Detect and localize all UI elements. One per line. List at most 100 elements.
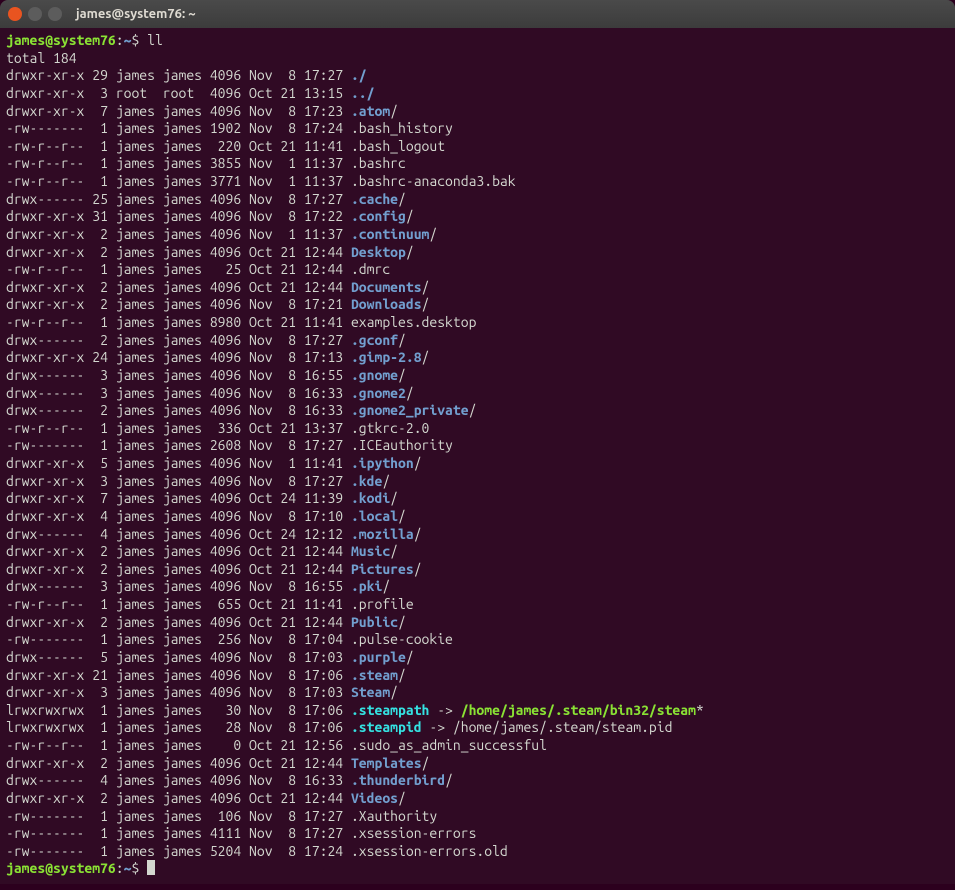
file-name: .bash_history — [351, 120, 453, 136]
list-item: drwx------ 2 james james 4096 Nov 8 16:3… — [6, 402, 949, 420]
prompt-symbol: $ — [131, 32, 147, 48]
file-name: .pki — [351, 578, 382, 594]
list-item: drwxr-xr-x 24 james james 4096 Nov 8 17:… — [6, 349, 949, 367]
file-name: .bashrc — [351, 155, 406, 171]
list-item: drwxr-xr-x 2 james james 4096 Oct 21 12:… — [6, 614, 949, 632]
file-name: .gtkrc-2.0 — [351, 420, 429, 436]
file-name: .steampid — [351, 719, 422, 735]
file-name: .xsession-errors — [351, 825, 476, 841]
list-item: drwxr-xr-x 3 james james 4096 Nov 8 17:0… — [6, 684, 949, 702]
terminal-window: james@system76: ~ james@system76:~$ ll to… — [0, 0, 955, 890]
list-item: drwx------ 4 james james 4096 Nov 8 16:3… — [6, 772, 949, 790]
list-item: drwx------ 2 james james 4096 Nov 8 17:2… — [6, 332, 949, 350]
list-item: drwxr-xr-x 2 james james 4096 Oct 21 12:… — [6, 755, 949, 773]
list-item: -rw------- 1 james james 4111 Nov 8 17:2… — [6, 825, 949, 843]
list-item: drwx------ 3 james james 4096 Nov 8 16:5… — [6, 578, 949, 596]
file-name: .xsession-errors.old — [351, 843, 508, 859]
prompt-user: james@system76 — [6, 860, 116, 876]
cursor[interactable] — [147, 860, 155, 875]
list-item: drwxr-xr-x 3 root root 4096 Oct 21 13:15… — [6, 85, 949, 103]
list-item: drwxr-xr-x 2 james james 4096 Nov 1 11:3… — [6, 226, 949, 244]
file-name: .steam — [351, 667, 398, 683]
file-name: .local — [351, 508, 398, 524]
minimize-icon[interactable] — [28, 7, 42, 21]
list-item: -rw-r--r-- 1 james james 220 Oct 21 11:4… — [6, 138, 949, 156]
list-item: drwxr-xr-x 2 james james 4096 Oct 21 12:… — [6, 790, 949, 808]
file-name: Music — [351, 543, 390, 559]
file-name: .gimp-2.8 — [351, 349, 422, 365]
list-item: -rw-r--r-- 1 james james 0 Oct 21 12:56 … — [6, 737, 949, 755]
file-name: .kodi — [351, 490, 390, 506]
list-item: -rw------- 1 james james 2608 Nov 8 17:2… — [6, 437, 949, 455]
list-item: drwxr-xr-x 21 james james 4096 Nov 8 17:… — [6, 667, 949, 685]
window-title: james@system76: ~ — [76, 7, 196, 21]
list-item: drwx------ 5 james james 4096 Nov 8 17:0… — [6, 649, 949, 667]
list-item: drwx------ 4 james james 4096 Oct 24 12:… — [6, 526, 949, 544]
file-name: .ICEauthority — [351, 437, 453, 453]
file-name: Videos — [351, 790, 398, 806]
file-name: .Xauthority — [351, 808, 437, 824]
file-name: .gconf — [351, 332, 398, 348]
list-item: drwxr-xr-x 3 james james 4096 Nov 8 17:2… — [6, 473, 949, 491]
file-name: Documents — [351, 279, 422, 295]
link-target: /home/james/.steam/bin32/steam — [461, 702, 696, 718]
file-name: Templates — [351, 755, 422, 771]
list-item: -rw------- 1 james james 106 Nov 8 17:27… — [6, 808, 949, 826]
list-item: -rw-r--r-- 1 james james 336 Oct 21 13:3… — [6, 420, 949, 438]
list-item: -rw-r--r-- 1 james james 3855 Nov 1 11:3… — [6, 155, 949, 173]
list-item: drwxr-xr-x 2 james james 4096 Oct 21 12:… — [6, 244, 949, 262]
prompt: james@system76:~$ — [6, 860, 147, 876]
list-item: drwxr-xr-x 2 james james 4096 Oct 21 12:… — [6, 561, 949, 579]
list-item: -rw-r--r-- 1 james james 3771 Nov 1 11:3… — [6, 173, 949, 191]
list-item: -rw------- 1 james james 5204 Nov 8 17:2… — [6, 843, 949, 861]
file-name: ./ — [351, 67, 367, 83]
file-name: .profile — [351, 596, 414, 612]
list-item: lrwxrwxrwx 1 james james 30 Nov 8 17:06 … — [6, 702, 949, 720]
list-item: drwxr-xr-x 2 james james 4096 Oct 21 12:… — [6, 543, 949, 561]
file-name: Downloads — [351, 296, 422, 312]
list-item: drwxr-xr-x 7 james james 4096 Oct 24 11:… — [6, 490, 949, 508]
file-name: .cache — [351, 191, 398, 207]
command-text: ll — [147, 32, 163, 48]
list-item: -rw-r--r-- 1 james james 25 Oct 21 12:44… — [6, 261, 949, 279]
prompt: james@system76:~$ — [6, 32, 147, 48]
file-name: .sudo_as_admin_successful — [351, 737, 547, 753]
list-item: drwx------ 25 james james 4096 Nov 8 17:… — [6, 191, 949, 209]
terminal-output[interactable]: james@system76:~$ lltotal 184drwxr-xr-x … — [0, 28, 955, 884]
bottom-border — [0, 884, 955, 890]
file-name: .atom — [351, 103, 390, 119]
file-name: .gnome2 — [351, 385, 406, 401]
file-name: .purple — [351, 649, 406, 665]
list-item: drwxr-xr-x 29 james james 4096 Nov 8 17:… — [6, 67, 949, 85]
file-name: Public — [351, 614, 398, 630]
file-name: Steam — [351, 684, 390, 700]
list-item: drwx------ 3 james james 4096 Nov 8 16:3… — [6, 385, 949, 403]
list-item: drwxr-xr-x 5 james james 4096 Nov 1 11:4… — [6, 455, 949, 473]
total-line: total 184 — [6, 50, 949, 68]
close-icon[interactable] — [8, 7, 22, 21]
file-name: .kde — [351, 473, 382, 489]
titlebar[interactable]: james@system76: ~ — [0, 0, 955, 28]
prompt-user: james@system76 — [6, 32, 116, 48]
list-item: drwxr-xr-x 7 james james 4096 Nov 8 17:2… — [6, 103, 949, 121]
link-target: /home/james/.steam/steam.pid — [453, 719, 673, 735]
list-item: drwxr-xr-x 2 james james 4096 Nov 8 17:2… — [6, 296, 949, 314]
file-name: .bash_logout — [351, 138, 445, 154]
file-name: Desktop — [351, 244, 406, 260]
list-item: drwxr-xr-x 31 james james 4096 Nov 8 17:… — [6, 208, 949, 226]
list-item: -rw-r--r-- 1 james james 8980 Oct 21 11:… — [6, 314, 949, 332]
file-name: .config — [351, 208, 406, 224]
file-name: .mozilla — [351, 526, 414, 542]
file-name: .thunderbird — [351, 772, 445, 788]
list-item: -rw------- 1 james james 256 Nov 8 17:04… — [6, 631, 949, 649]
file-name: examples.desktop — [351, 314, 476, 330]
list-item: -rw------- 1 james james 1902 Nov 8 17:2… — [6, 120, 949, 138]
window-buttons — [8, 7, 62, 21]
file-name: ../ — [351, 85, 375, 101]
list-item: drwx------ 3 james james 4096 Nov 8 16:5… — [6, 367, 949, 385]
file-name: .gnome2_private — [351, 402, 469, 418]
list-item: -rw-r--r-- 1 james james 655 Oct 21 11:4… — [6, 596, 949, 614]
file-name: .steampath — [351, 702, 429, 718]
maximize-icon[interactable] — [48, 7, 62, 21]
list-item: drwxr-xr-x 4 james james 4096 Nov 8 17:1… — [6, 508, 949, 526]
